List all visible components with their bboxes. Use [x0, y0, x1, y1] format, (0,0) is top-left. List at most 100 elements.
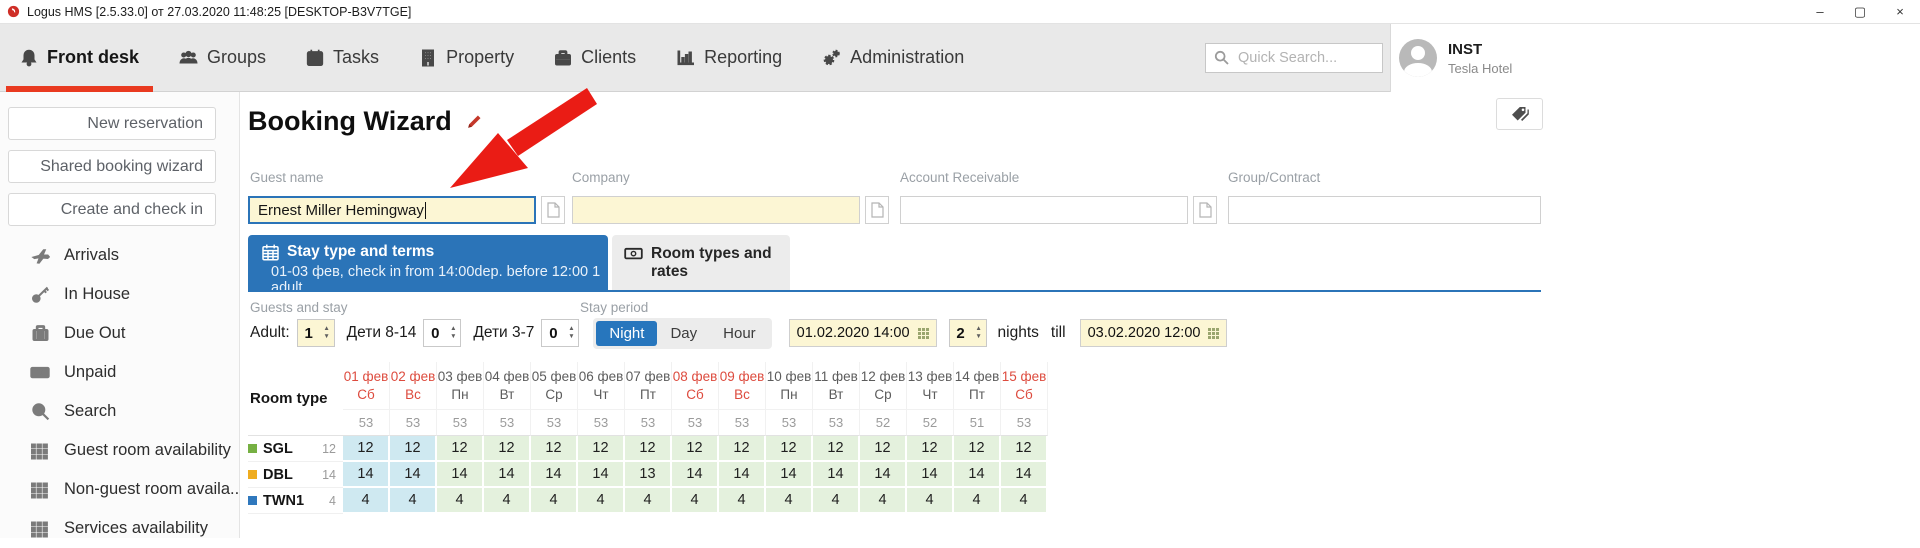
availability-cell[interactable]: 4 — [907, 488, 954, 514]
group-contract-input[interactable] — [1228, 196, 1541, 224]
availability-cell[interactable]: 4 — [390, 488, 437, 514]
date-column-header[interactable]: 04 февВт — [484, 362, 531, 410]
availability-cell[interactable]: 14 — [437, 462, 484, 488]
spinner-down-icon[interactable]: ▼ — [323, 334, 329, 341]
date-column-header[interactable]: 10 февПн — [766, 362, 813, 410]
company-document-button[interactable] — [865, 196, 889, 224]
edit-pencil-icon[interactable] — [465, 113, 483, 131]
minimize-icon[interactable]: – — [1800, 0, 1840, 23]
nav-item-clients[interactable]: Clients — [534, 24, 656, 91]
sidebar-item-guest-room-availability[interactable]: Guest room availability — [0, 431, 239, 470]
account-receivable-input[interactable] — [900, 196, 1188, 224]
availability-cell[interactable]: 4 — [954, 488, 1001, 514]
spinner-up-icon[interactable]: ▲ — [568, 326, 574, 333]
nav-item-tasks[interactable]: Tasks — [286, 24, 399, 91]
nav-item-front-desk[interactable]: Front desk — [0, 24, 159, 91]
availability-cell[interactable]: 4 — [484, 488, 531, 514]
tags-button[interactable] — [1496, 98, 1543, 130]
checkin-date-input[interactable]: 01.02.2020 14:00 — [789, 319, 937, 347]
nav-item-reporting[interactable]: Reporting — [656, 24, 802, 91]
children-8-14-stepper[interactable]: 0 ▲▼ — [423, 319, 461, 347]
availability-cell[interactable]: 12 — [672, 436, 719, 462]
spinner-down-icon[interactable]: ▼ — [450, 334, 456, 341]
availability-cell[interactable]: 12 — [578, 436, 625, 462]
availability-cell[interactable]: 4 — [343, 488, 390, 514]
close-icon[interactable]: × — [1880, 0, 1920, 23]
availability-cell[interactable]: 12 — [437, 436, 484, 462]
spinner-up-icon[interactable]: ▲ — [323, 326, 329, 333]
availability-cell[interactable]: 4 — [578, 488, 625, 514]
nav-item-property[interactable]: Property — [399, 24, 534, 91]
date-column-header[interactable]: 08 февСб — [672, 362, 719, 410]
company-input[interactable] — [572, 196, 860, 224]
availability-cell[interactable]: 4 — [672, 488, 719, 514]
checkout-date-input[interactable]: 03.02.2020 12:00 — [1080, 319, 1228, 347]
availability-cell[interactable]: 4 — [813, 488, 860, 514]
create-and-check-in-button[interactable]: Create and check in — [8, 193, 216, 226]
sidebar-item-search[interactable]: Search — [0, 392, 239, 431]
availability-cell[interactable]: 12 — [484, 436, 531, 462]
availability-cell[interactable]: 14 — [719, 462, 766, 488]
date-column-header[interactable]: 12 февСр — [860, 362, 907, 410]
user-panel[interactable]: INST Tesla Hotel — [1390, 24, 1920, 92]
nav-item-groups[interactable]: Groups — [159, 24, 286, 91]
sidebar-item-non-guest-room-availability[interactable]: Non-guest room availa... — [0, 470, 239, 509]
availability-cell[interactable]: 14 — [343, 462, 390, 488]
date-column-header[interactable]: 07 февПт — [625, 362, 672, 410]
quick-search[interactable] — [1205, 43, 1383, 73]
sidebar-item-due-out[interactable]: Due Out — [0, 314, 239, 353]
availability-cell[interactable]: 12 — [531, 436, 578, 462]
availability-cell[interactable]: 12 — [390, 436, 437, 462]
shared-booking-wizard-button[interactable]: Shared booking wizard — [8, 150, 216, 183]
availability-cell[interactable]: 14 — [907, 462, 954, 488]
spinner-down-icon[interactable]: ▼ — [568, 334, 574, 341]
account-receivable-document-button[interactable] — [1193, 196, 1217, 224]
quick-search-input[interactable] — [1236, 49, 1374, 67]
nights-stepper[interactable]: 2 ▲▼ — [949, 319, 987, 347]
nav-item-administration[interactable]: Administration — [802, 24, 984, 91]
room-type-row-label[interactable]: TWN1 — [248, 488, 315, 514]
spinner-down-icon[interactable]: ▼ — [975, 334, 981, 341]
date-column-header[interactable]: 03 февПн — [437, 362, 484, 410]
availability-cell[interactable]: 12 — [860, 436, 907, 462]
new-reservation-button[interactable]: New reservation — [8, 107, 216, 140]
availability-cell[interactable]: 12 — [719, 436, 766, 462]
date-column-header[interactable]: 02 февВс — [390, 362, 437, 410]
availability-cell[interactable]: 14 — [484, 462, 531, 488]
spinner-up-icon[interactable]: ▲ — [450, 326, 456, 333]
sidebar-item-services-availability[interactable]: Services availability — [0, 509, 239, 548]
period-hour-button[interactable]: Hour — [710, 321, 769, 346]
availability-cell[interactable]: 4 — [625, 488, 672, 514]
availability-cell[interactable]: 14 — [954, 462, 1001, 488]
availability-cell[interactable]: 14 — [766, 462, 813, 488]
sidebar-item-in-house[interactable]: In House — [0, 275, 239, 314]
availability-cell[interactable]: 12 — [625, 436, 672, 462]
availability-cell[interactable]: 4 — [1001, 488, 1048, 514]
spinner-up-icon[interactable]: ▲ — [975, 326, 981, 333]
availability-cell[interactable]: 4 — [437, 488, 484, 514]
availability-cell[interactable]: 4 — [531, 488, 578, 514]
date-column-header[interactable]: 09 февВс — [719, 362, 766, 410]
availability-cell[interactable]: 14 — [813, 462, 860, 488]
date-column-header[interactable]: 11 февВт — [813, 362, 860, 410]
availability-cell[interactable]: 14 — [672, 462, 719, 488]
availability-cell[interactable]: 14 — [860, 462, 907, 488]
availability-cell[interactable]: 4 — [719, 488, 766, 514]
tab-stay-type-and-terms[interactable]: Stay type and terms 01-03 фев, check in … — [248, 235, 608, 290]
availability-cell[interactable]: 4 — [766, 488, 813, 514]
date-column-header[interactable]: 13 февЧт — [907, 362, 954, 410]
maximize-icon[interactable]: ▢ — [1840, 0, 1880, 23]
availability-cell[interactable]: 14 — [1001, 462, 1048, 488]
availability-cell[interactable]: 12 — [766, 436, 813, 462]
availability-cell[interactable]: 12 — [907, 436, 954, 462]
availability-cell[interactable]: 13 — [625, 462, 672, 488]
tab-room-types-and-rates[interactable]: Room types and rates — [612, 235, 790, 290]
availability-cell[interactable]: 14 — [531, 462, 578, 488]
period-day-button[interactable]: Day — [657, 321, 710, 346]
adult-stepper[interactable]: 1 ▲▼ — [297, 319, 335, 347]
period-night-button[interactable]: Night — [596, 321, 657, 346]
availability-cell[interactable]: 12 — [1001, 436, 1048, 462]
guest-document-button[interactable] — [541, 196, 565, 224]
date-column-header[interactable]: 05 февСр — [531, 362, 578, 410]
sidebar-item-arrivals[interactable]: Arrivals — [0, 236, 239, 275]
